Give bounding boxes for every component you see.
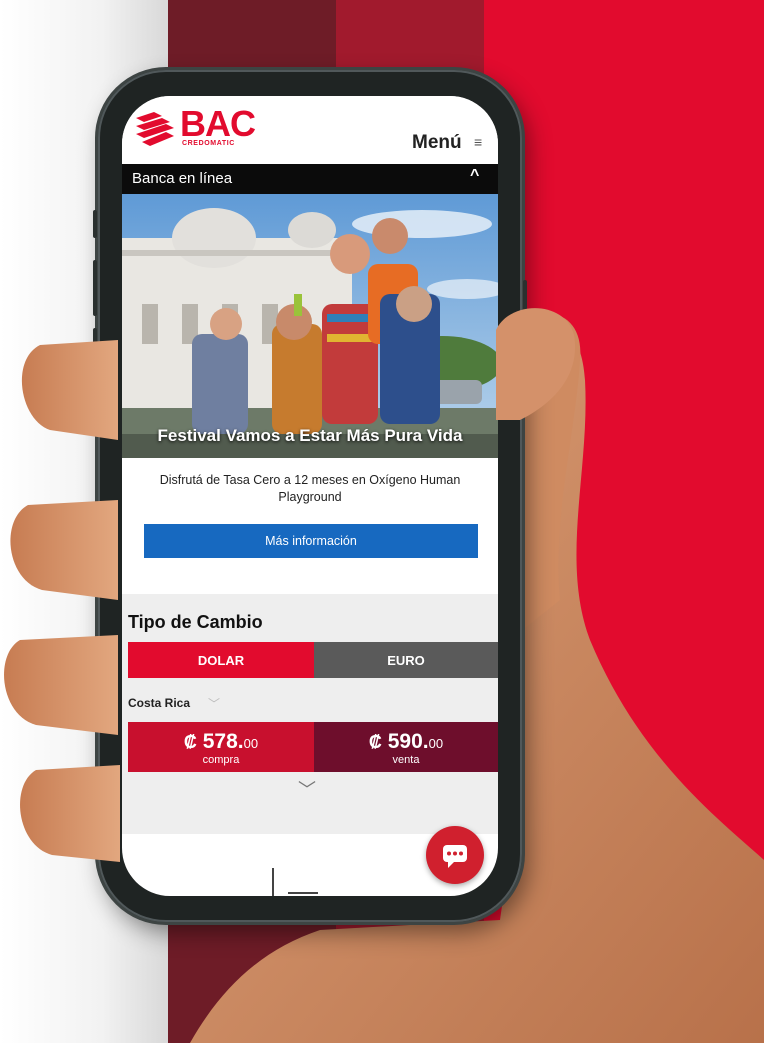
fingers-illustration <box>4 308 576 862</box>
